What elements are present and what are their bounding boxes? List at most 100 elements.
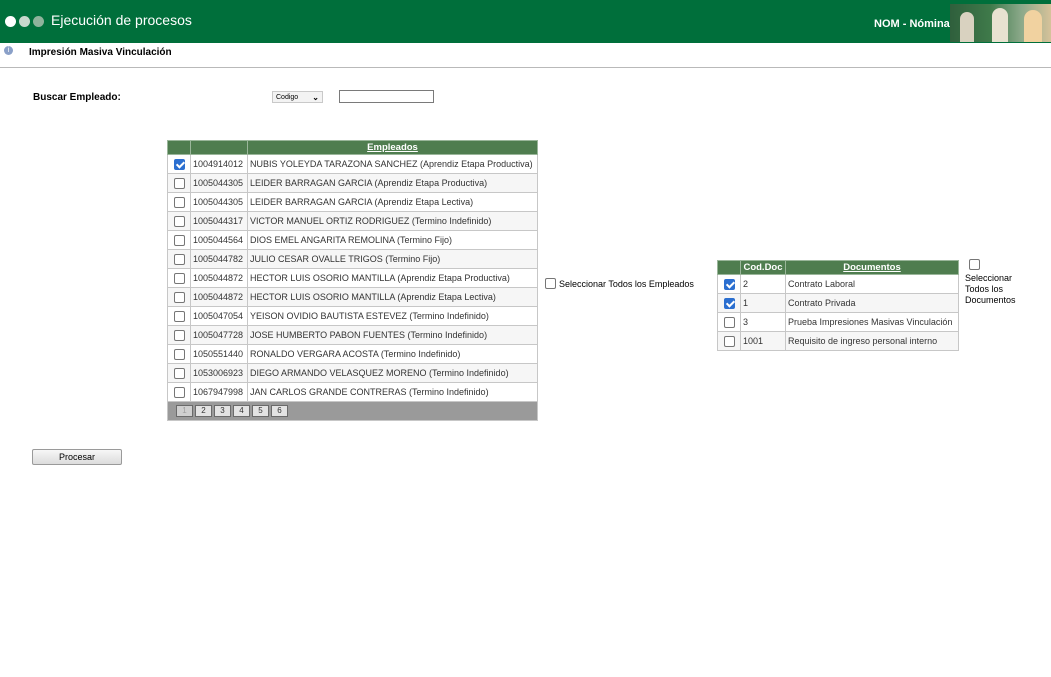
document-code: 1001 [740, 331, 786, 351]
employee-code: 1005044872 [190, 268, 248, 288]
chevron-down-icon: ⌄ [312, 92, 319, 102]
document-code: 3 [740, 312, 786, 332]
document-checkbox[interactable] [723, 297, 735, 309]
employee-code: 1005044305 [190, 192, 248, 212]
employees-check-header [167, 140, 191, 155]
employee-checkbox[interactable] [173, 310, 185, 322]
documents-code-header: Cod.Doc [740, 260, 786, 275]
employee-checkbox[interactable] [173, 215, 185, 227]
employee-checkbox[interactable] [173, 348, 185, 360]
document-name: Requisito de ingreso personal interno [785, 331, 959, 351]
employee-checkbox[interactable] [173, 253, 185, 265]
select-all-documents-checkbox[interactable] [969, 259, 980, 271]
employee-checkbox[interactable] [173, 367, 185, 379]
employee-code: 1050551440 [190, 344, 248, 364]
document-checkbox[interactable] [723, 278, 735, 290]
employee-checkbox[interactable] [173, 272, 185, 284]
document-name: Contrato Privada [785, 293, 959, 313]
page-link[interactable]: 5 [252, 405, 269, 417]
select-all-documents[interactable]: Seleccionar Todos los Documentos [965, 259, 1035, 306]
page-link[interactable]: 4 [233, 405, 250, 417]
document-name: Prueba Impresiones Masivas Vinculación [785, 312, 959, 332]
table-row: 1001 Requisito de ingreso personal intern… [717, 331, 959, 351]
select-all-employees[interactable]: Seleccionar Todos los Empleados [545, 278, 694, 289]
document-name: Contrato Laboral [785, 274, 959, 294]
employee-checkbox[interactable] [173, 234, 185, 246]
table-row: 1004914012 NUBIS YOLEYDA TARAZONA SANCHEZ… [167, 154, 538, 174]
table-row: 1 Contrato Privada [717, 293, 959, 313]
employee-name: JOSE HUMBERTO PABON FUENTES (Termino Ind… [247, 325, 538, 345]
header-photo [950, 4, 1051, 42]
table-row: 1005044872 HECTOR LUIS OSORIO MANTILLA (A… [167, 268, 538, 288]
select-all-employees-checkbox[interactable] [545, 278, 556, 289]
employee-name: NUBIS YOLEYDA TARAZONA SANCHEZ (Aprendiz… [247, 154, 538, 174]
document-checkbox[interactable] [723, 335, 735, 347]
page-link[interactable]: 3 [214, 405, 231, 417]
employee-name: YEISON OVIDIO BAUTISTA ESTEVEZ (Termino … [247, 306, 538, 326]
table-row: 1005044782 JULIO CESAR OVALLE TRIGOS (Ter… [167, 249, 538, 269]
document-checkbox[interactable] [723, 316, 735, 328]
table-row: 1050551440 RONALDO VERGARA ACOSTA (Termin… [167, 344, 538, 364]
employee-code: 1004914012 [190, 154, 248, 174]
page-link[interactable]: 6 [271, 405, 288, 417]
select-all-documents-label: Seleccionar Todos los Documentos [965, 273, 1016, 306]
employee-name: DIEGO ARMANDO VELASQUEZ MORENO (Termino … [247, 363, 538, 383]
employee-code: 1005044564 [190, 230, 248, 250]
table-row: 1005044872 HECTOR LUIS OSORIO MANTILLA (A… [167, 287, 538, 307]
page-link[interactable]: 1 [176, 405, 193, 417]
employees-code-header [190, 140, 248, 155]
employee-name: JULIO CESAR OVALLE TRIGOS (Termino Fijo) [247, 249, 538, 269]
info-icon[interactable]: i [4, 46, 13, 55]
employee-code: 1067947998 [190, 382, 248, 402]
employee-code: 1005047728 [190, 325, 248, 345]
employee-code: 1053006923 [190, 363, 248, 383]
table-row: 1005047054 YEISON OVIDIO BAUTISTA ESTEVEZ… [167, 306, 538, 326]
app-title: Ejecución de procesos [51, 12, 192, 28]
employee-name: JAN CARLOS GRANDE CONTRERAS (Termino Ind… [247, 382, 538, 402]
table-row: 1005044564 DIOS EMEL ANGARITA REMOLINA (T… [167, 230, 538, 250]
employees-header[interactable]: Empleados [247, 140, 538, 155]
employee-checkbox[interactable] [173, 177, 185, 189]
table-row: 1005044305 LEIDER BARRAGAN GARCIA (Aprend… [167, 173, 538, 193]
pager-row: 123456 [167, 401, 538, 421]
employees-table: Empleados 1004914012 NUBIS YOLEYDA TARAZO… [167, 140, 538, 421]
select-all-employees-label: Seleccionar Todos los Empleados [559, 278, 694, 289]
table-row: 3 Prueba Impresiones Masivas Vinculación [717, 312, 959, 332]
dot-icon [19, 16, 30, 27]
top-bar: Ejecución de procesos NOM - Nómina [0, 0, 1051, 43]
search-type-select[interactable]: Codigo ⌄ [272, 91, 323, 103]
module-name: NOM - Nómina [874, 18, 950, 30]
page-link[interactable]: 2 [195, 405, 212, 417]
search-label: Buscar Empleado: [33, 92, 121, 103]
documents-header[interactable]: Documentos [785, 260, 959, 275]
employee-code: 1005044317 [190, 211, 248, 231]
dot-icon [5, 16, 16, 27]
employee-name: LEIDER BARRAGAN GARCIA (Aprendiz Etapa P… [247, 173, 538, 193]
pagination: 123456 [170, 405, 535, 417]
table-row: 1067947998 JAN CARLOS GRANDE CONTRERAS (T… [167, 382, 538, 402]
dot-icon [33, 16, 44, 27]
table-row: 2 Contrato Laboral [717, 274, 959, 294]
employee-checkbox[interactable] [173, 386, 185, 398]
employee-code: 1005044782 [190, 249, 248, 269]
employee-name: DIOS EMEL ANGARITA REMOLINA (Termino Fij… [247, 230, 538, 250]
document-code: 2 [740, 274, 786, 294]
divider [0, 67, 1051, 68]
search-input[interactable] [339, 90, 434, 103]
employee-checkbox[interactable] [173, 196, 185, 208]
employee-code: 1005047054 [190, 306, 248, 326]
documents-check-header [717, 260, 741, 275]
process-button[interactable]: Procesar [32, 449, 122, 465]
employee-code: 1005044305 [190, 173, 248, 193]
employee-checkbox[interactable] [173, 158, 185, 170]
table-row: 1005047728 JOSE HUMBERTO PABON FUENTES (T… [167, 325, 538, 345]
employee-checkbox[interactable] [173, 291, 185, 303]
employee-checkbox[interactable] [173, 329, 185, 341]
search-type-value: Codigo [276, 93, 299, 101]
documents-table: Cod.Doc Documentos 2 Contrato Laboral 1 Con… [717, 260, 959, 351]
employee-name: HECTOR LUIS OSORIO MANTILLA (Aprendiz Et… [247, 287, 538, 307]
employee-code: 1005044872 [190, 287, 248, 307]
document-code: 1 [740, 293, 786, 313]
employee-name: HECTOR LUIS OSORIO MANTILLA (Aprendiz Et… [247, 268, 538, 288]
table-row: 1005044317 VICTOR MANUEL ORTIZ RODRIGUEZ … [167, 211, 538, 231]
